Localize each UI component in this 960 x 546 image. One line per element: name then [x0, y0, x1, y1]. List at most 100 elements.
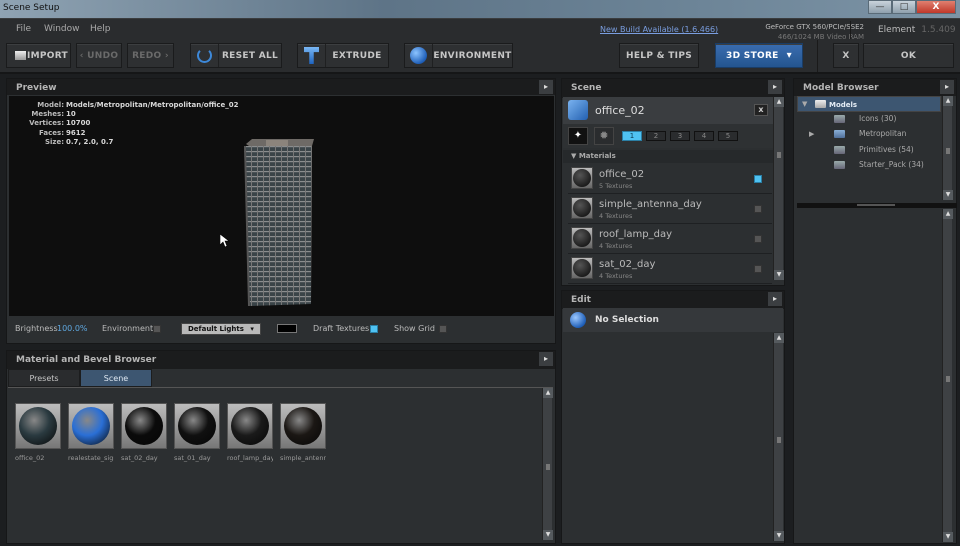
environment-button[interactable]: ENVIRONMENT	[404, 43, 513, 68]
page-button-3[interactable]: 3	[670, 131, 690, 141]
tree-label: Icons (30)	[859, 113, 897, 123]
expand-down-icon[interactable]: ▼	[802, 97, 807, 111]
model-tree: ▼ Models Icons (30) ▶ Metropolitan Primitives…	[797, 96, 941, 174]
material-name: sat_02_day	[599, 259, 656, 270]
page-button-1[interactable]: 1	[622, 131, 642, 141]
scroll-down-icon[interactable]: ▼	[774, 270, 784, 280]
scene-pages: 12345	[622, 131, 738, 141]
material-checkbox[interactable]	[754, 235, 762, 243]
material-thumbnail[interactable]: simple_antenna	[280, 403, 326, 462]
page-button-4[interactable]: 4	[694, 131, 714, 141]
import-button[interactable]: IMPORT	[6, 43, 71, 68]
material-label: office_02	[15, 454, 45, 462]
lights-dropdown[interactable]: Default Lights ▾	[181, 323, 261, 335]
menu-window[interactable]: Window	[44, 24, 80, 34]
brightness-value[interactable]: 100.0%	[57, 324, 88, 333]
material-checkbox[interactable]	[754, 265, 762, 273]
tab-scene[interactable]: Scene	[80, 369, 152, 387]
draft-textures-label: Draft Textures	[313, 324, 370, 333]
page-button-2[interactable]: 2	[646, 131, 666, 141]
material-thumbnail[interactable]: realestate_sign	[68, 403, 114, 462]
materials-section-header[interactable]: ▼ Materials	[563, 150, 773, 163]
scene-scrollbar[interactable]: ▲ ▼	[773, 97, 784, 280]
scroll-up-icon[interactable]: ▲	[943, 209, 953, 219]
redo-button[interactable]: REDO ›	[127, 43, 174, 68]
tab-presets[interactable]: Presets	[8, 369, 80, 387]
expand-arrow-icon[interactable]: ▸	[768, 80, 782, 94]
material-scrollbar[interactable]: ▲ ▼	[542, 388, 553, 540]
expand-arrow-icon[interactable]: ▸	[539, 352, 553, 366]
page-button-5[interactable]: 5	[718, 131, 738, 141]
menu-help[interactable]: Help	[90, 24, 111, 34]
ok-button[interactable]: OK	[863, 43, 954, 68]
info-key: Model:	[37, 101, 64, 109]
chevron-down-icon: ▾	[786, 50, 792, 61]
extrude-button[interactable]: EXTRUDE	[297, 43, 389, 68]
tree-label: Metropolitan	[859, 129, 907, 138]
splitter-handle[interactable]	[857, 204, 895, 206]
scroll-up-icon[interactable]: ▲	[543, 388, 553, 398]
cancel-button[interactable]: X	[833, 43, 859, 68]
environment-checkbox[interactable]	[153, 325, 161, 333]
tree-item[interactable]: Primitives (54)	[797, 143, 941, 159]
new-build-link[interactable]: New Build Available (1.6.466)	[600, 25, 718, 34]
scroll-grip[interactable]	[777, 151, 781, 158]
scroll-down-icon[interactable]: ▼	[943, 190, 953, 200]
reset-icon	[191, 44, 219, 67]
remove-object-button[interactable]: x	[754, 104, 768, 116]
scroll-grip[interactable]	[946, 148, 950, 154]
3d-viewport[interactable]: Model: Models/Metropolitan/Metropolitan/o…	[9, 96, 554, 316]
material-thumbnail[interactable]: roof_lamp_day	[227, 403, 273, 462]
material-thumbnail[interactable]: sat_02_day	[121, 403, 167, 462]
menu-file[interactable]: File	[16, 24, 31, 34]
material-checkbox[interactable]	[754, 205, 762, 213]
group-icon[interactable]: ✦	[568, 127, 588, 145]
scroll-grip[interactable]	[946, 375, 950, 382]
3d-store-button[interactable]: 3D STORE ▾	[715, 43, 803, 68]
close-icon[interactable]: X	[916, 0, 956, 14]
expand-arrow-icon[interactable]: ▸	[539, 80, 553, 94]
window-title: Scene Setup	[3, 3, 60, 13]
material-list-item[interactable]: sat_02_day 4 Textures	[568, 254, 772, 284]
help-tips-button[interactable]: HELP & TIPS	[619, 43, 699, 68]
material-list-item[interactable]: simple_antenna_day 4 Textures	[568, 194, 772, 224]
scroll-up-icon[interactable]: ▲	[774, 97, 784, 107]
preview-header: Preview ▸	[7, 79, 555, 95]
scroll-down-icon[interactable]: ▼	[943, 532, 953, 542]
store-label: 3D STORE	[726, 50, 779, 61]
expand-arrow-icon[interactable]: ▸	[940, 80, 954, 94]
expand-arrow-icon[interactable]: ▸	[768, 292, 782, 306]
edit-scrollbar[interactable]: ▲ ▼	[773, 333, 784, 541]
preset-ring-icon[interactable]: ✹	[594, 127, 614, 145]
material-thumbnail[interactable]: sat_01_day	[174, 403, 220, 462]
material-checkbox[interactable]	[754, 175, 762, 183]
model-list-scrollbar[interactable]: ▲ ▼	[942, 209, 953, 542]
scroll-up-icon[interactable]: ▲	[774, 333, 784, 343]
scroll-up-icon[interactable]: ▲	[943, 96, 953, 106]
texture-count: 4 Textures	[599, 212, 633, 220]
maximize-icon[interactable]: □	[892, 0, 916, 14]
tree-item[interactable]: ▼ Models	[797, 96, 941, 112]
draft-textures-checkbox[interactable]	[370, 325, 378, 333]
scroll-grip[interactable]	[546, 464, 550, 470]
show-grid-checkbox[interactable]	[439, 325, 447, 333]
scroll-grip[interactable]	[777, 437, 781, 443]
material-list-item[interactable]: roof_lamp_day 4 Textures	[568, 224, 772, 254]
tree-item[interactable]: Starter_Pack (34)	[797, 158, 941, 174]
tree-item[interactable]: ▶ Metropolitan	[797, 127, 941, 143]
menu-bar: File Window Help New Build Available (1.…	[0, 18, 960, 41]
material-list-item[interactable]: office_02 5 Textures	[568, 164, 772, 194]
scroll-down-icon[interactable]: ▼	[543, 530, 553, 540]
scroll-down-icon[interactable]: ▼	[774, 531, 784, 541]
panel-splitter[interactable]	[797, 203, 957, 208]
reset-all-button[interactable]: RESET ALL	[190, 43, 282, 68]
expand-right-icon[interactable]: ▶	[809, 127, 814, 141]
tree-item[interactable]: Icons (30)	[797, 112, 941, 128]
material-sphere	[178, 407, 216, 445]
material-thumbnail[interactable]: office_02	[15, 403, 61, 462]
background-color-swatch[interactable]	[277, 324, 297, 333]
tree-scrollbar[interactable]: ▲ ▼	[942, 96, 953, 200]
texture-count: 4 Textures	[599, 242, 633, 250]
minimize-icon[interactable]: —	[868, 0, 892, 14]
undo-button[interactable]: ‹ UNDO	[76, 43, 122, 68]
